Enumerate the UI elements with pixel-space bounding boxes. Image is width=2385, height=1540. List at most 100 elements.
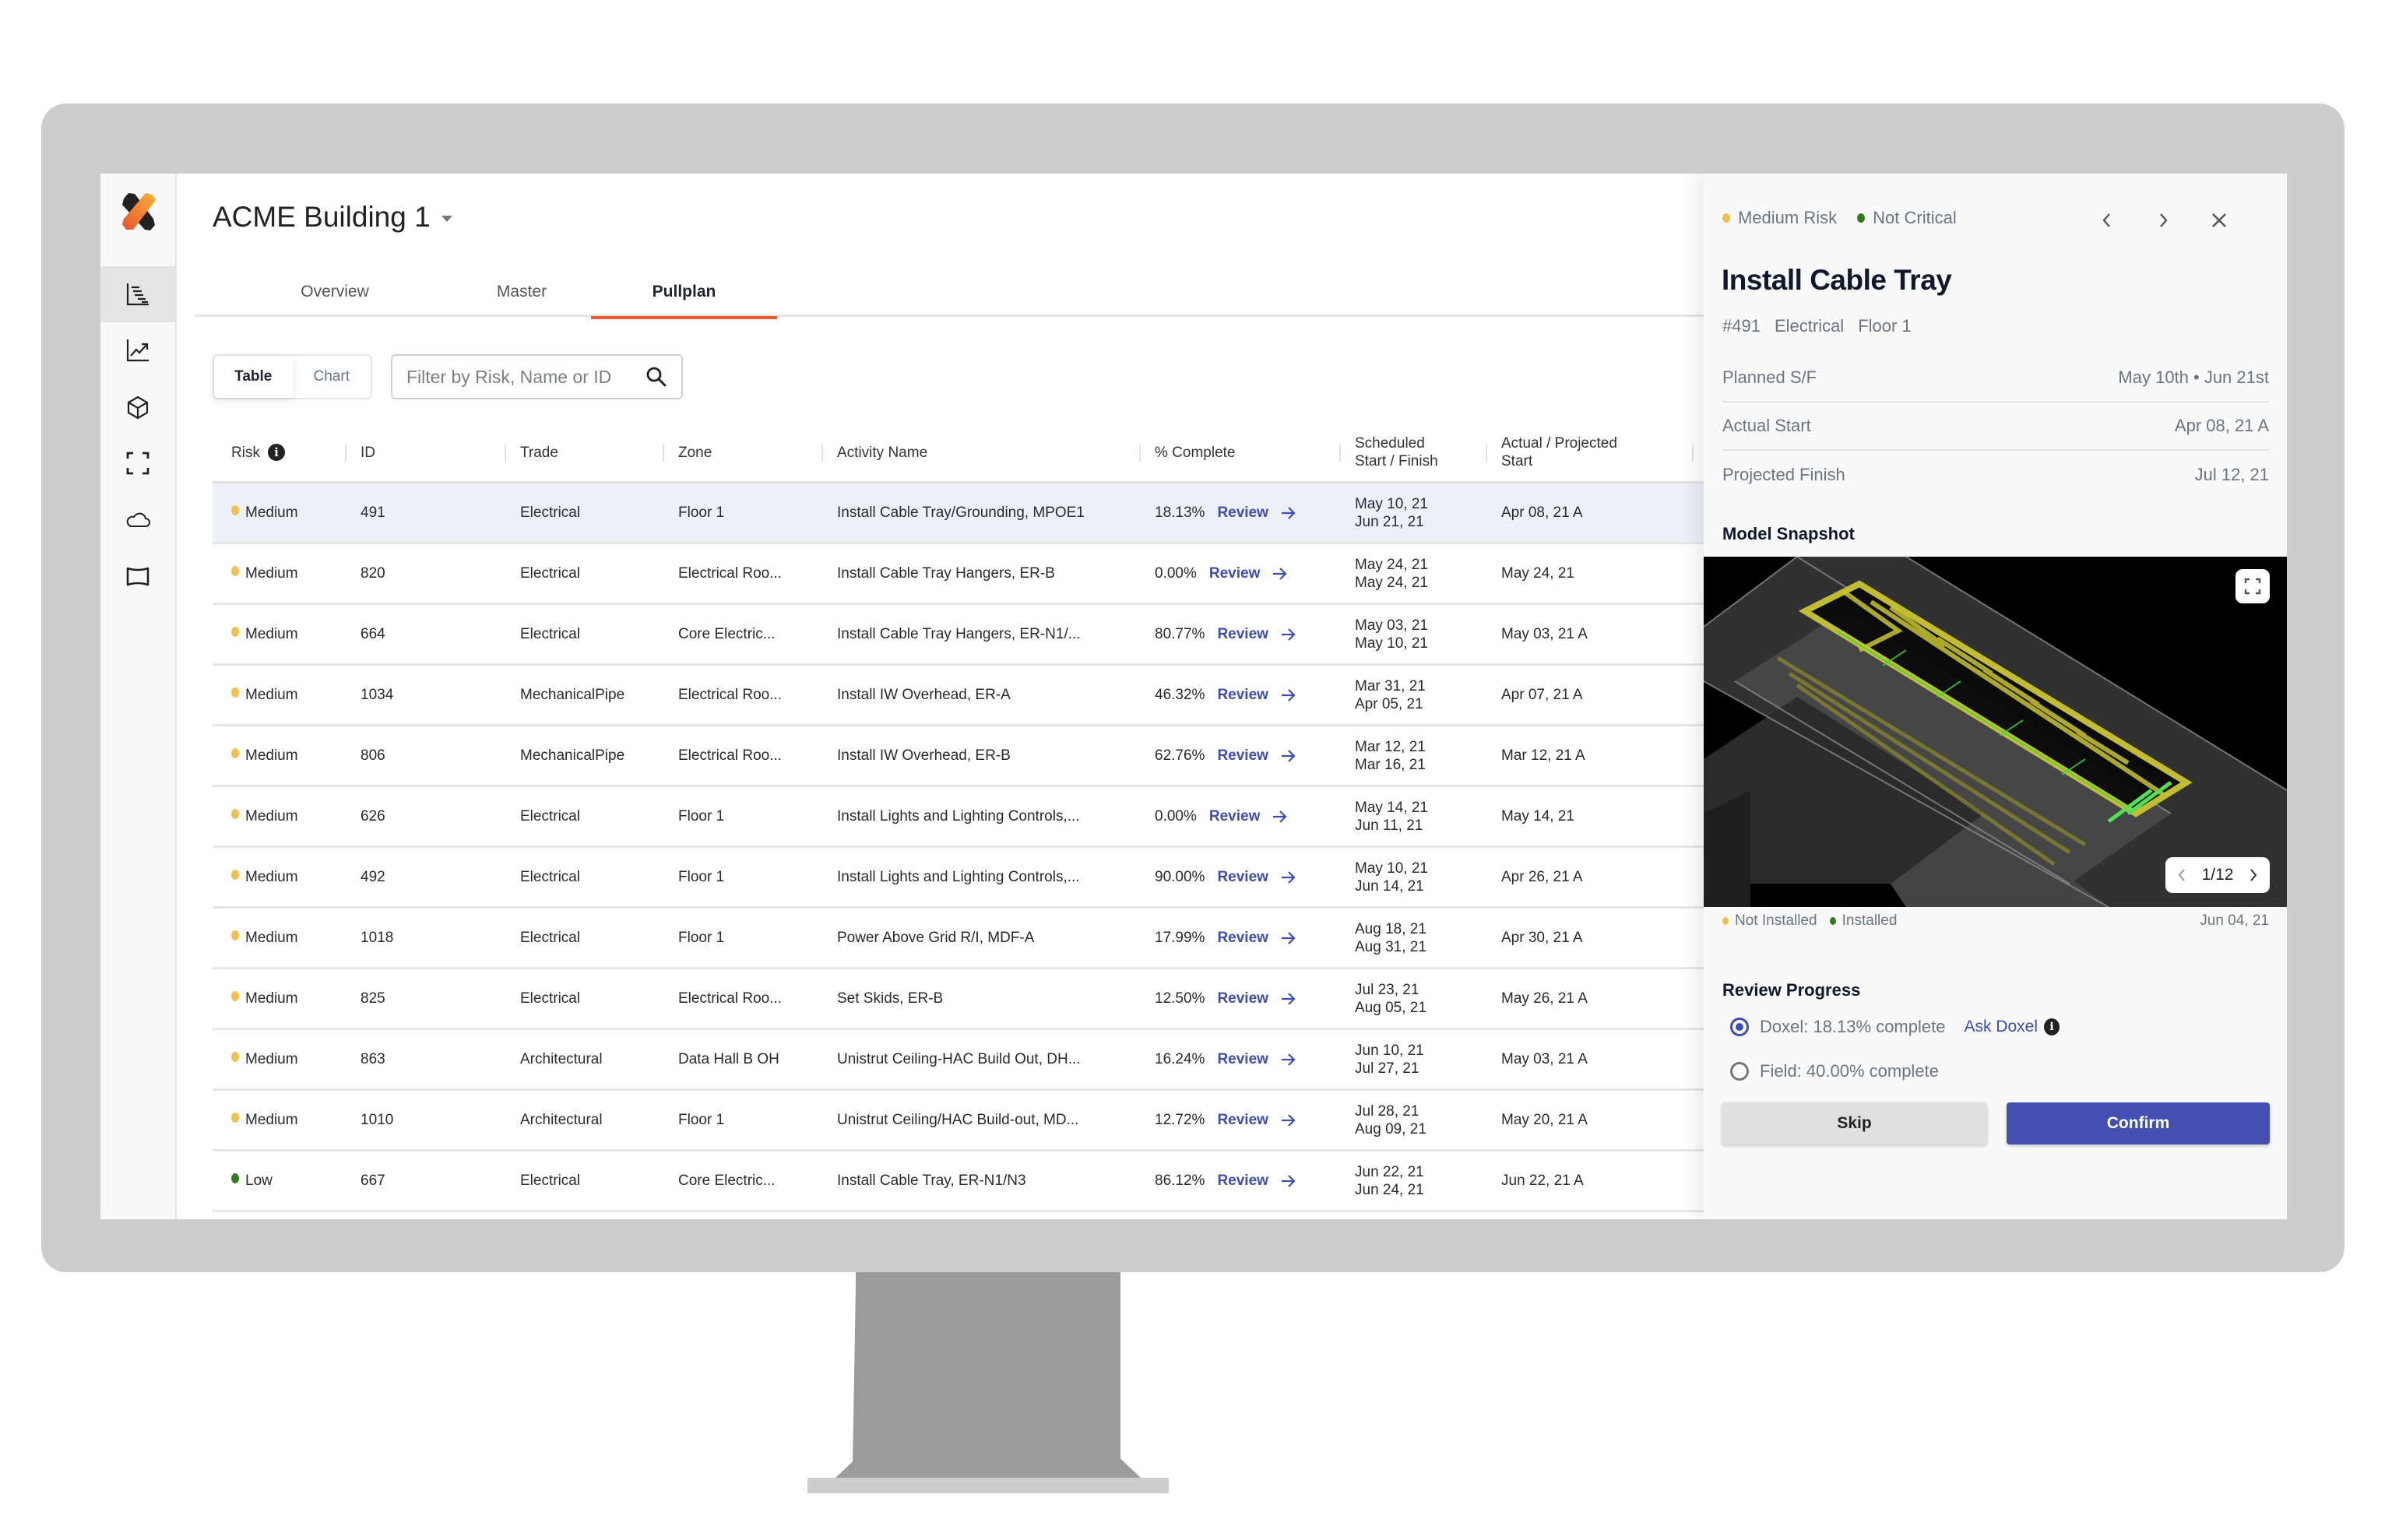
activity-cell: Install Cable Tray Hangers, ER-N1/... <box>837 625 1081 642</box>
review-link[interactable]: Review <box>1217 1051 1296 1068</box>
search-icon[interactable] <box>645 366 667 388</box>
review-link[interactable]: Review <box>1217 1112 1296 1129</box>
doxel-radio[interactable] <box>1730 1018 1749 1036</box>
zone-cell: Electrical Roo... <box>678 564 783 582</box>
activity-cell: Install Cable Tray, ER-N1/N3 <box>837 1172 1026 1189</box>
field-radio[interactable] <box>1730 1062 1749 1081</box>
expand-snapshot-button[interactable] <box>2235 569 2270 603</box>
table-row[interactable]: Medium 820 Electrical Electrical Roo... Inst… <box>213 544 1704 605</box>
column-divider[interactable] <box>1486 445 1487 462</box>
table-row[interactable]: Medium 491 Electrical Floor 1 Install Cable … <box>213 483 1704 544</box>
scheduled-cell: May 14, 21 Jun 11, 21 <box>1355 799 1428 834</box>
search-input[interactable] <box>406 366 645 388</box>
table-row[interactable]: Medium 1018 Electrical Floor 1 Power Above G… <box>213 909 1704 969</box>
doxel-logo[interactable] <box>118 191 160 233</box>
risk-dot <box>231 505 239 515</box>
table-row[interactable]: Medium 626 Electrical Floor 1 Install Lights… <box>213 787 1704 848</box>
column-divider[interactable] <box>345 445 346 462</box>
legend-not-installed: Not Installed <box>1722 912 1817 930</box>
column-divider[interactable] <box>663 445 664 462</box>
tab-master[interactable]: Master <box>475 267 568 317</box>
doxel-progress-option[interactable]: Doxel: 18.13% complete Ask Doxel i <box>1730 1017 2060 1037</box>
snapshot-date: Jun 04, 21 <box>2200 912 2269 929</box>
tab-overview[interactable]: Overview <box>288 267 382 317</box>
sidebar-item-schedule[interactable] <box>100 266 175 322</box>
complete-cell: 18.13% Review <box>1155 483 1296 542</box>
cube-icon <box>127 396 149 420</box>
info-icon[interactable]: i <box>2044 1018 2060 1035</box>
snapshot-prev-button[interactable] <box>2173 863 2190 887</box>
column-header-actual[interactable]: Actual / Projected Start <box>1501 421 1617 483</box>
complete-cell: 80.77% Review <box>1155 605 1296 663</box>
chevron-left-icon <box>2102 213 2110 227</box>
review-link[interactable]: Review <box>1217 1173 1296 1190</box>
activity-cell: Install Cable Tray/Grounding, MPOE1 <box>837 504 1085 521</box>
column-divider[interactable] <box>1692 445 1694 462</box>
scheduled-cell: May 10, 21 Jun 21, 21 <box>1355 495 1428 530</box>
column-header-activity[interactable]: Activity Name <box>837 421 927 483</box>
column-divider[interactable] <box>821 445 823 462</box>
table-row[interactable]: Medium 664 Electrical Core Electric... Insta… <box>213 605 1704 666</box>
model-snapshot-viewer[interactable]: 1/12 <box>1704 557 2287 907</box>
review-link[interactable]: Review <box>1217 626 1296 643</box>
table-row[interactable]: Low 667 Electrical Core Electric... Install … <box>213 1151 1704 1212</box>
previous-activity-button[interactable] <box>2091 205 2123 236</box>
risk-dot <box>231 870 239 880</box>
table-row[interactable]: Medium 492 Electrical Floor 1 Install Lights… <box>213 848 1704 909</box>
review-progress-heading: Review Progress <box>1722 980 1861 1000</box>
actual-cell: May 03, 21 A <box>1501 1050 1588 1067</box>
review-link[interactable]: Review <box>1209 808 1288 825</box>
activity-cell: Install IW Overhead, ER-A <box>837 686 1011 703</box>
table-row[interactable]: Medium 1010 Architectural Floor 1 Unistrut C… <box>213 1091 1704 1151</box>
actual-cell: Apr 26, 21 A <box>1501 868 1583 885</box>
column-header-risk[interactable]: Risk i <box>231 421 285 483</box>
column-header-zone[interactable]: Zone <box>678 421 712 483</box>
sidebar-item-capture[interactable] <box>100 435 175 491</box>
table-row[interactable]: Medium 863 Architectural Data Hall B OH Unis… <box>213 1030 1704 1091</box>
snapshot-legend: Not Installed Installed Jun 04, 21 <box>1722 907 2269 935</box>
review-link[interactable]: Review <box>1217 687 1296 704</box>
sidebar-item-panorama[interactable] <box>100 548 175 604</box>
info-icon[interactable]: i <box>267 444 285 461</box>
complete-cell: 0.00% Review <box>1155 544 1288 603</box>
tab-pullplan[interactable]: Pullplan <box>591 267 777 319</box>
review-link[interactable]: Review <box>1209 565 1288 582</box>
field-progress-option[interactable]: Field: 40.00% complete <box>1730 1061 1939 1081</box>
column-header-complete[interactable]: % Complete <box>1155 421 1236 483</box>
arrow-right-icon <box>1281 749 1296 762</box>
activity-trade: Electrical <box>1774 316 1845 336</box>
table-row[interactable]: Medium 1034 MechanicalPipe Electrical Roo..… <box>213 666 1704 726</box>
column-divider[interactable] <box>1139 445 1141 462</box>
sidebar-item-analytics[interactable] <box>100 322 175 378</box>
review-link[interactable]: Review <box>1217 930 1296 947</box>
review-link[interactable]: Review <box>1217 505 1296 522</box>
review-link[interactable]: Review <box>1217 747 1296 765</box>
sidebar-item-model[interactable] <box>100 379 175 435</box>
ask-doxel-link[interactable]: Ask Doxel <box>1964 1018 2038 1036</box>
snapshot-next-button[interactable] <box>2245 863 2262 887</box>
column-divider[interactable] <box>1339 445 1341 462</box>
column-header-id[interactable]: ID <box>361 421 375 483</box>
column-divider[interactable] <box>505 445 506 462</box>
risk-dot <box>231 687 239 698</box>
sidebar-item-cloud[interactable] <box>100 492 175 548</box>
close-panel-button[interactable] <box>2204 205 2235 236</box>
table-view-button[interactable]: Table <box>214 356 293 398</box>
review-link[interactable]: Review <box>1217 869 1296 886</box>
cloud-icon <box>126 512 150 527</box>
project-selector[interactable]: ACME Building 1 <box>213 201 452 234</box>
table-row[interactable]: Medium 806 MechanicalPipe Electrical Roo...… <box>213 726 1704 787</box>
next-activity-button[interactable] <box>2148 205 2179 236</box>
trade-cell: Architectural <box>520 1050 603 1067</box>
skip-button[interactable]: Skip <box>1722 1102 1987 1144</box>
actual-cell: May 14, 21 <box>1501 807 1574 824</box>
confirm-button[interactable]: Confirm <box>2007 1102 2270 1144</box>
table-row[interactable]: Medium 825 Electrical Electrical Roo... Set … <box>213 969 1704 1030</box>
column-header-scheduled[interactable]: Scheduled Start / Finish <box>1355 421 1438 483</box>
review-link[interactable]: Review <box>1217 990 1296 1007</box>
column-header-trade[interactable]: Trade <box>520 421 558 483</box>
panel-details: Planned S/F May 10th • Jun 21st Actual S… <box>1722 354 2269 499</box>
complete-cell: 86.12% Review <box>1155 1151 1296 1210</box>
chart-view-button[interactable]: Chart <box>293 356 371 398</box>
trade-cell: MechanicalPipe <box>520 686 625 703</box>
